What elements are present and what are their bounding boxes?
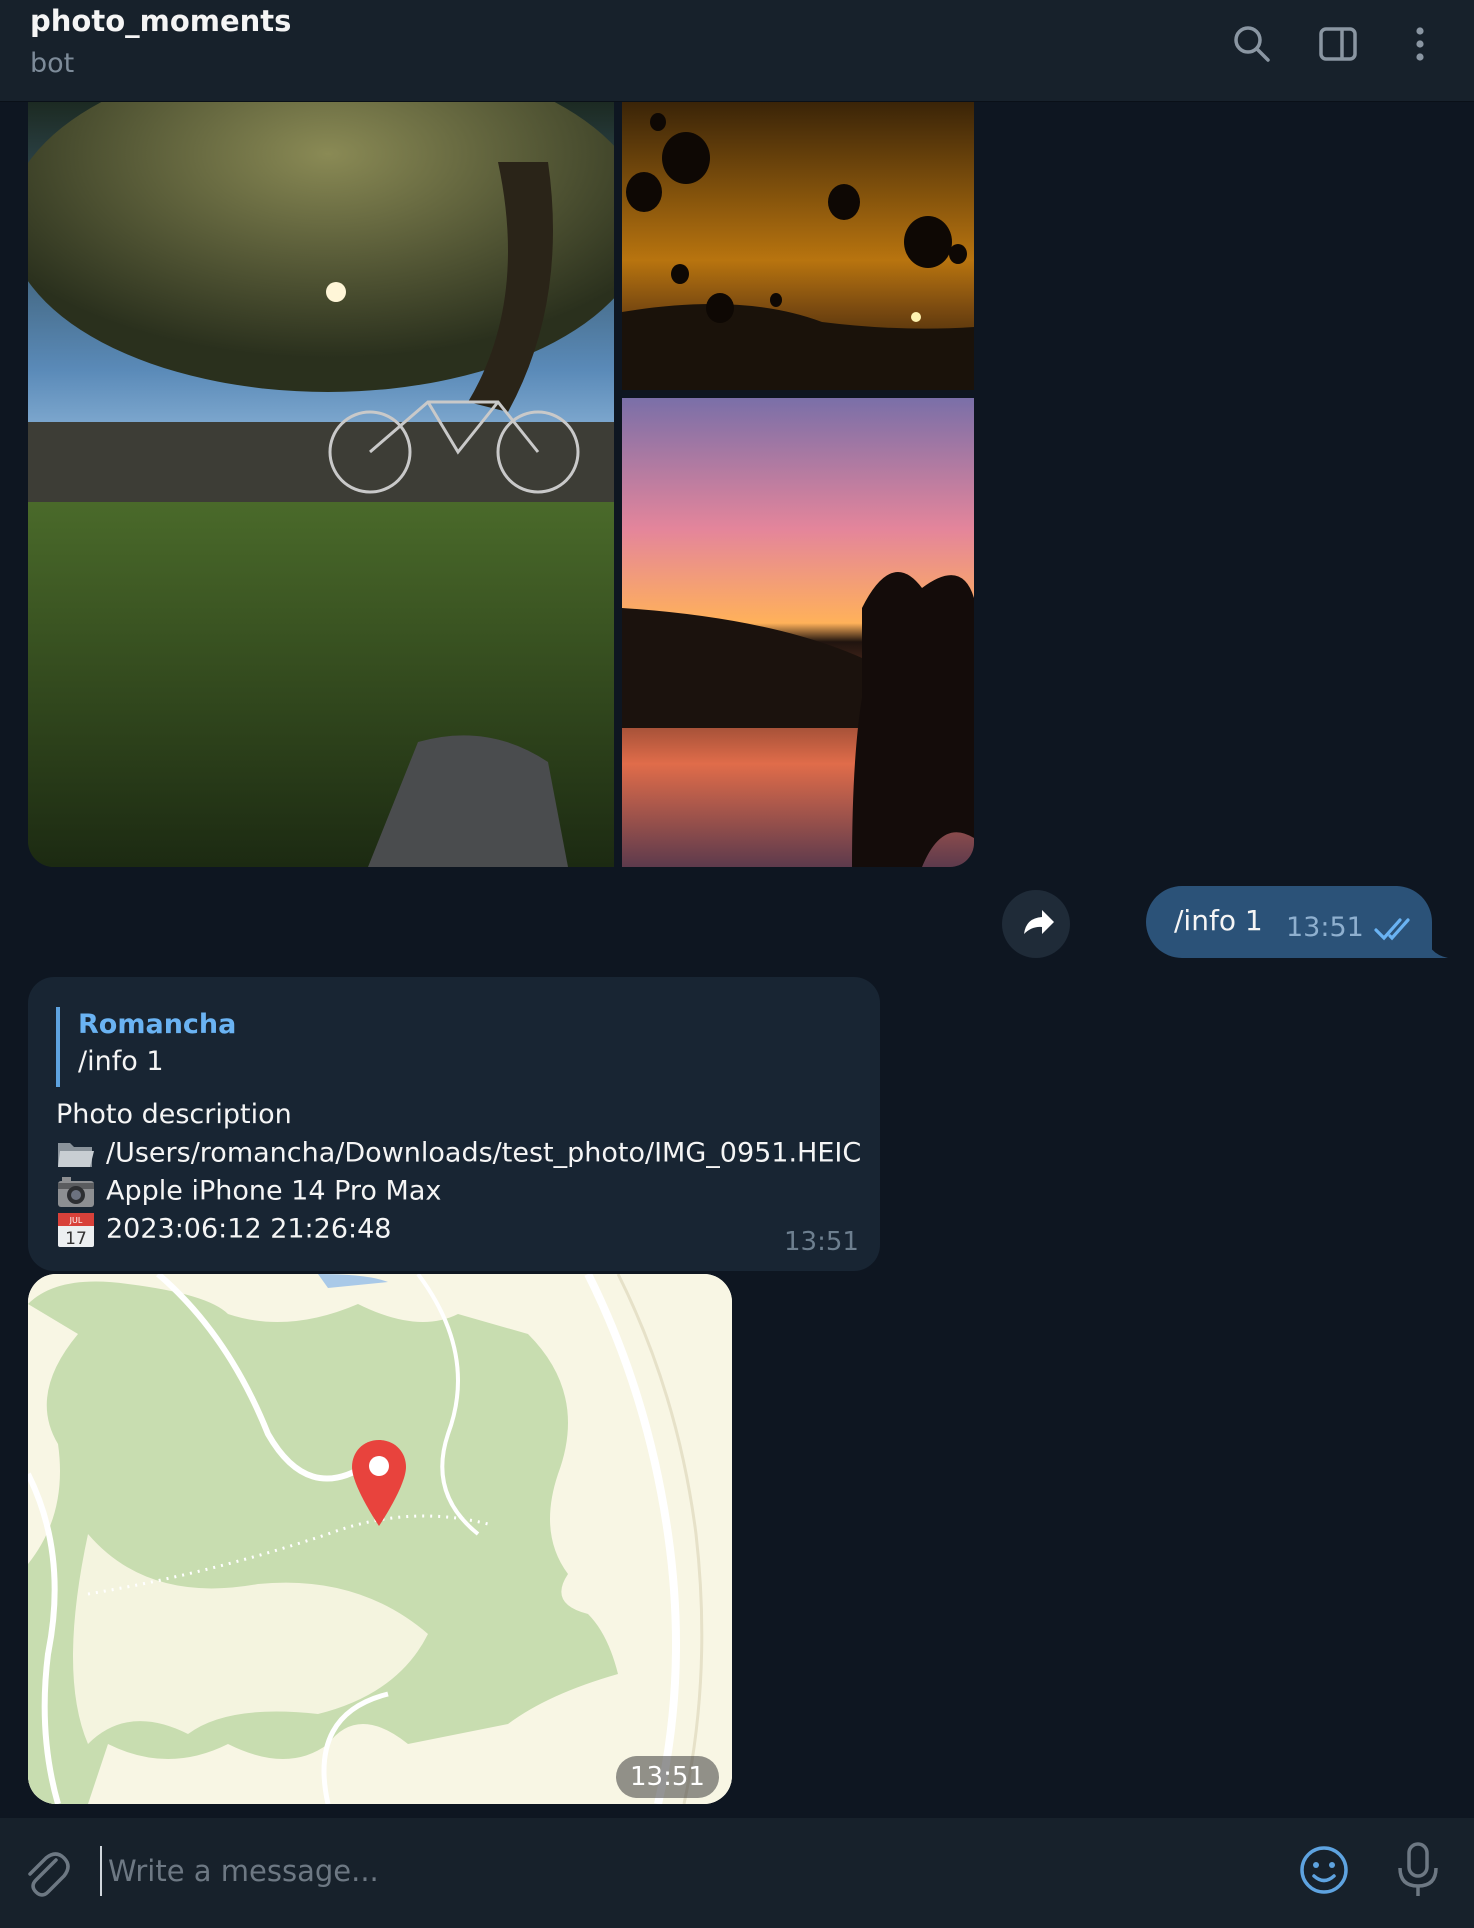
message-text: /info 1 — [1174, 904, 1263, 937]
calendar-month: JUL — [69, 1216, 83, 1225]
chat-history[interactable]: /info 1 13:51 Romancha /info 1 Photo des… — [0, 102, 1474, 1818]
search-icon[interactable] — [1228, 20, 1276, 68]
calendar-day: 17 — [65, 1229, 87, 1249]
location-map-message[interactable]: 13:51 — [28, 1274, 732, 1804]
sidebar-toggle-icon[interactable] — [1314, 20, 1362, 68]
bubble-tail — [1424, 932, 1448, 958]
photo-description-title: Photo description — [56, 1099, 292, 1130]
microphone-icon[interactable] — [1390, 1840, 1446, 1898]
message-time: 13:51 — [616, 1756, 719, 1798]
date-line: JUL 17 2023:06:12 21:26:48 — [56, 1211, 391, 1249]
message-time: 13:51 — [1286, 912, 1364, 943]
pink-sunset-lake-photo[interactable] — [622, 398, 974, 867]
folder-icon — [58, 1143, 94, 1167]
camera-model-text: Apple iPhone 14 Pro Max — [106, 1175, 442, 1207]
date-text: 2023:06:12 21:26:48 — [106, 1213, 392, 1245]
calendar-icon: JUL 17 — [58, 1213, 94, 1249]
incoming-message[interactable]: Romancha /info 1 Photo description /User… — [28, 977, 880, 1271]
chat-subtitle: bot — [30, 48, 75, 79]
file-path-line: /Users/romancha/Downloads/test_photo/IMG… — [56, 1135, 861, 1173]
file-path-text: /Users/romancha/Downloads/test_photo/IMG… — [106, 1137, 862, 1169]
camera-icon — [58, 1177, 94, 1207]
hot-air-balloons-sunset-photo[interactable] — [622, 102, 974, 390]
map-view[interactable] — [28, 1274, 732, 1804]
attach-icon[interactable] — [18, 1846, 74, 1902]
chat-title[interactable]: photo_moments — [30, 4, 291, 38]
forward-button[interactable] — [1002, 890, 1070, 958]
chat-header: photo_moments bot — [0, 0, 1474, 102]
message-input[interactable]: Write a message... — [100, 1846, 1250, 1896]
garden-bicycle-night-photo[interactable] — [28, 102, 614, 867]
emoji-icon[interactable] — [1296, 1842, 1352, 1898]
double-check-icon — [1374, 918, 1410, 941]
message-composer: Write a message... — [0, 1818, 1474, 1928]
reply-text: /info 1 — [78, 1046, 164, 1077]
more-vertical-icon[interactable] — [1396, 20, 1444, 68]
map-pin-icon[interactable] — [350, 1438, 408, 1528]
reply-author: Romancha — [78, 1009, 237, 1040]
reply-quote[interactable]: Romancha /info 1 — [56, 1007, 656, 1087]
outgoing-message[interactable]: /info 1 13:51 — [1146, 886, 1432, 958]
message-time: 13:51 — [784, 1227, 859, 1257]
camera-model-line: Apple iPhone 14 Pro Max — [56, 1173, 441, 1211]
